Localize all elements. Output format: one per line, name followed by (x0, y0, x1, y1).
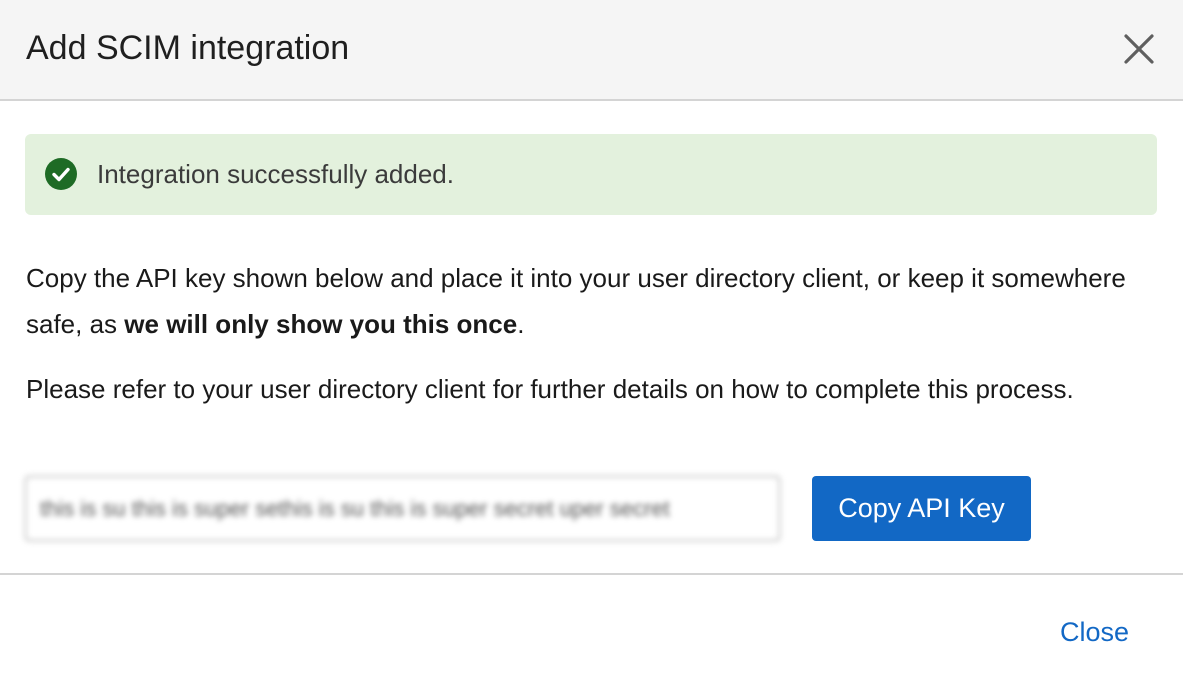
scim-dialog: Add SCIM integration Integration success… (0, 0, 1183, 681)
footer-divider (0, 573, 1183, 575)
details-paragraph: Please refer to your user directory clie… (26, 374, 1074, 404)
copy-api-key-button[interactable]: Copy API Key (812, 476, 1031, 541)
instructions-emphasis: we will only show you this once (124, 309, 518, 339)
api-key-field[interactable] (25, 476, 780, 541)
close-button[interactable]: Close (1060, 614, 1129, 650)
close-icon[interactable] (1120, 30, 1158, 68)
success-alert: Integration successfully added. (25, 134, 1157, 215)
instructions-paragraph: Copy the API key shown below and place i… (26, 255, 1126, 347)
dialog-header: Add SCIM integration (0, 0, 1183, 101)
dialog-title: Add SCIM integration (26, 29, 350, 67)
alert-message: Integration successfully added. (97, 159, 454, 189)
check-circle-icon (45, 158, 77, 190)
instructions-period: . (517, 309, 525, 339)
